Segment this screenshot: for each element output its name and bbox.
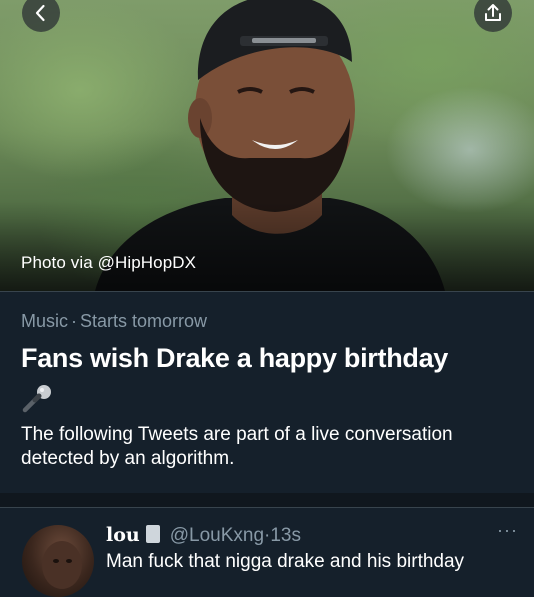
meta-separator: · bbox=[71, 311, 78, 331]
event-meta: Music · Starts tomorrow bbox=[21, 311, 207, 332]
share-icon bbox=[485, 4, 501, 21]
tweet-time[interactable]: 13s bbox=[270, 525, 301, 546]
divider bbox=[0, 291, 534, 292]
divider bbox=[0, 507, 534, 508]
event-status: Starts tomorrow bbox=[80, 311, 208, 331]
photo-credit: Photo via @HipHopDX bbox=[21, 253, 197, 272]
more-options-button[interactable]: ··· bbox=[497, 520, 518, 541]
header-photo: Photo via @HipHopDX bbox=[0, 0, 534, 291]
user-handle[interactable]: @LouKxng bbox=[170, 525, 264, 546]
event-description: The following Tweets are part of a live … bbox=[21, 424, 453, 469]
chevron-left-icon bbox=[35, 4, 45, 22]
display-name[interactable]: lou bbox=[106, 524, 140, 546]
tweet-text: Man fuck that nigga drake and his birthd… bbox=[106, 551, 465, 572]
microphone-icon bbox=[22, 385, 51, 413]
section-separator bbox=[0, 493, 534, 507]
event-title: Fans wish Drake a happy birthday bbox=[21, 343, 449, 373]
event-category[interactable]: Music bbox=[21, 311, 68, 331]
avatar-image bbox=[42, 541, 82, 589]
profile-badge-icon bbox=[145, 525, 160, 543]
tweet-header: lou @LouKxng·13s bbox=[106, 524, 301, 547]
avatar[interactable] bbox=[22, 525, 94, 597]
